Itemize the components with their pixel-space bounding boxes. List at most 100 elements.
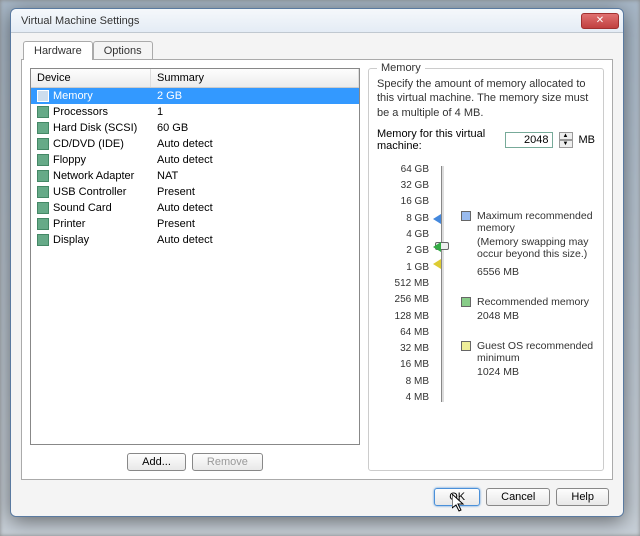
scale-tick: 64 GB xyxy=(377,162,429,178)
legend-max-value: 6556 MB xyxy=(461,266,595,278)
scale-tick: 8 MB xyxy=(377,374,429,390)
scale-tick: 32 GB xyxy=(377,178,429,194)
memory-input-label: Memory for this virtual machine: xyxy=(377,128,499,152)
scale-tick: 1 GB xyxy=(377,260,429,276)
device-summary: Auto detect xyxy=(151,153,359,167)
device-summary: 1 xyxy=(151,105,359,119)
tab-hardware[interactable]: Hardware xyxy=(23,41,93,60)
memory-icon xyxy=(37,90,49,102)
marker-guest-min-icon xyxy=(433,259,441,269)
device-name: CD/DVD (IDE) xyxy=(53,138,124,150)
device-summary: Auto detect xyxy=(151,201,359,215)
slider-track xyxy=(441,166,444,402)
display-icon xyxy=(37,234,49,246)
memory-input[interactable] xyxy=(505,132,553,148)
floppy-icon xyxy=(37,154,49,166)
close-icon: ✕ xyxy=(596,15,604,26)
add-button[interactable]: Add... xyxy=(127,453,186,471)
sound-icon xyxy=(37,202,49,214)
table-row[interactable]: Sound Card Auto detect xyxy=(31,200,359,216)
cd-icon xyxy=(37,138,49,150)
help-button[interactable]: Help xyxy=(556,488,609,506)
memory-spinner[interactable]: ▲ ▼ xyxy=(559,132,573,148)
memory-unit: MB xyxy=(579,134,596,146)
col-header-summary[interactable]: Summary xyxy=(151,69,359,87)
remove-button[interactable]: Remove xyxy=(192,453,263,471)
device-summary: Present xyxy=(151,185,359,199)
cpu-icon xyxy=(37,106,49,118)
table-row[interactable]: CD/DVD (IDE) Auto detect xyxy=(31,136,359,152)
table-row[interactable]: Printer Present xyxy=(31,216,359,232)
titlebar[interactable]: Virtual Machine Settings ✕ xyxy=(11,9,623,33)
legend-guest-label: Guest OS recommended minimum xyxy=(477,340,593,364)
scale-tick: 2 GB xyxy=(377,243,429,259)
device-name: Network Adapter xyxy=(53,170,134,182)
scale-tick: 8 GB xyxy=(377,211,429,227)
tab-panel-hardware: Device Summary Memory2 GBProcessors1Hard… xyxy=(21,59,613,480)
spinner-down-icon[interactable]: ▼ xyxy=(559,140,573,148)
hardware-list-panel: Device Summary Memory2 GBProcessors1Hard… xyxy=(30,68,360,471)
device-name: Printer xyxy=(53,218,85,230)
table-row[interactable]: Network Adapter NAT xyxy=(31,168,359,184)
col-header-device[interactable]: Device xyxy=(31,69,151,87)
memory-slider[interactable] xyxy=(433,162,451,406)
memory-legend: Maximum recommended memory (Memory swapp… xyxy=(455,162,595,406)
table-header: Device Summary xyxy=(31,69,359,88)
memory-input-row: Memory for this virtual machine: ▲ ▼ MB xyxy=(377,128,595,152)
close-button[interactable]: ✕ xyxy=(581,13,619,29)
net-icon xyxy=(37,170,49,182)
cancel-button[interactable]: Cancel xyxy=(486,488,550,506)
table-row[interactable]: Processors1 xyxy=(31,104,359,120)
device-name: USB Controller xyxy=(53,186,126,198)
hdd-icon xyxy=(37,122,49,134)
table-row[interactable]: Display Auto detect xyxy=(31,232,359,248)
device-summary: NAT xyxy=(151,169,359,183)
device-table: Device Summary Memory2 GBProcessors1Hard… xyxy=(30,68,360,445)
scale-tick: 16 MB xyxy=(377,357,429,373)
legend-guest-value: 1024 MB xyxy=(461,366,595,378)
table-row[interactable]: USB Controller Present xyxy=(31,184,359,200)
legend-max-note: (Memory swapping may occur beyond this s… xyxy=(461,236,595,260)
scale-tick: 512 MB xyxy=(377,276,429,292)
legend-rec-value: 2048 MB xyxy=(461,310,595,322)
spinner-up-icon[interactable]: ▲ xyxy=(559,132,573,140)
window-title: Virtual Machine Settings xyxy=(21,15,581,27)
ok-button[interactable]: OK xyxy=(434,488,480,506)
marker-max-icon xyxy=(433,214,441,224)
memory-panel: Memory Specify the amount of memory allo… xyxy=(368,68,604,471)
device-summary: 2 GB xyxy=(151,89,359,103)
content: Hardware Options Device Summary Memory 2 … xyxy=(11,33,623,516)
device-name: Memory xyxy=(53,90,93,102)
device-name: Floppy xyxy=(53,154,86,166)
legend-rec-icon xyxy=(461,297,471,307)
scale-tick: 256 MB xyxy=(377,292,429,308)
device-summary: Present xyxy=(151,217,359,231)
settings-window: Virtual Machine Settings ✕ Hardware Opti… xyxy=(10,8,624,517)
scale-tick: 32 MB xyxy=(377,341,429,357)
memory-groupbox: Memory Specify the amount of memory allo… xyxy=(368,68,604,471)
memory-scale: 64 GB32 GB16 GB8 GB4 GB2 GB1 GB512 MB256… xyxy=(377,162,429,406)
table-row[interactable]: Memory 2 GB xyxy=(31,88,359,104)
dialog-buttons: OK Cancel Help xyxy=(21,480,613,506)
legend-guest-icon xyxy=(461,341,471,351)
tab-strip: Hardware Options xyxy=(21,41,613,60)
legend-rec-label: Recommended memory xyxy=(477,296,589,308)
device-summary: Auto detect xyxy=(151,233,359,247)
groupbox-title: Memory xyxy=(377,62,425,74)
scale-tick: 64 MB xyxy=(377,325,429,341)
device-summary: 60 GB xyxy=(151,121,359,135)
legend-max-icon xyxy=(461,211,471,221)
device-summary: Auto detect xyxy=(151,137,359,151)
table-row[interactable]: Hard Disk (SCSI) 60 GB xyxy=(31,120,359,136)
device-name: Display xyxy=(53,234,89,246)
usb-icon xyxy=(37,186,49,198)
memory-body: 64 GB32 GB16 GB8 GB4 GB2 GB1 GB512 MB256… xyxy=(377,162,595,406)
scale-tick: 4 MB xyxy=(377,390,429,406)
printer-icon xyxy=(37,218,49,230)
device-name: Hard Disk (SCSI) xyxy=(53,122,137,134)
tab-options[interactable]: Options xyxy=(93,41,153,60)
table-row[interactable]: Floppy Auto detect xyxy=(31,152,359,168)
memory-description: Specify the amount of memory allocated t… xyxy=(377,77,595,120)
device-name: Sound Card xyxy=(53,202,112,214)
scale-tick: 128 MB xyxy=(377,309,429,325)
